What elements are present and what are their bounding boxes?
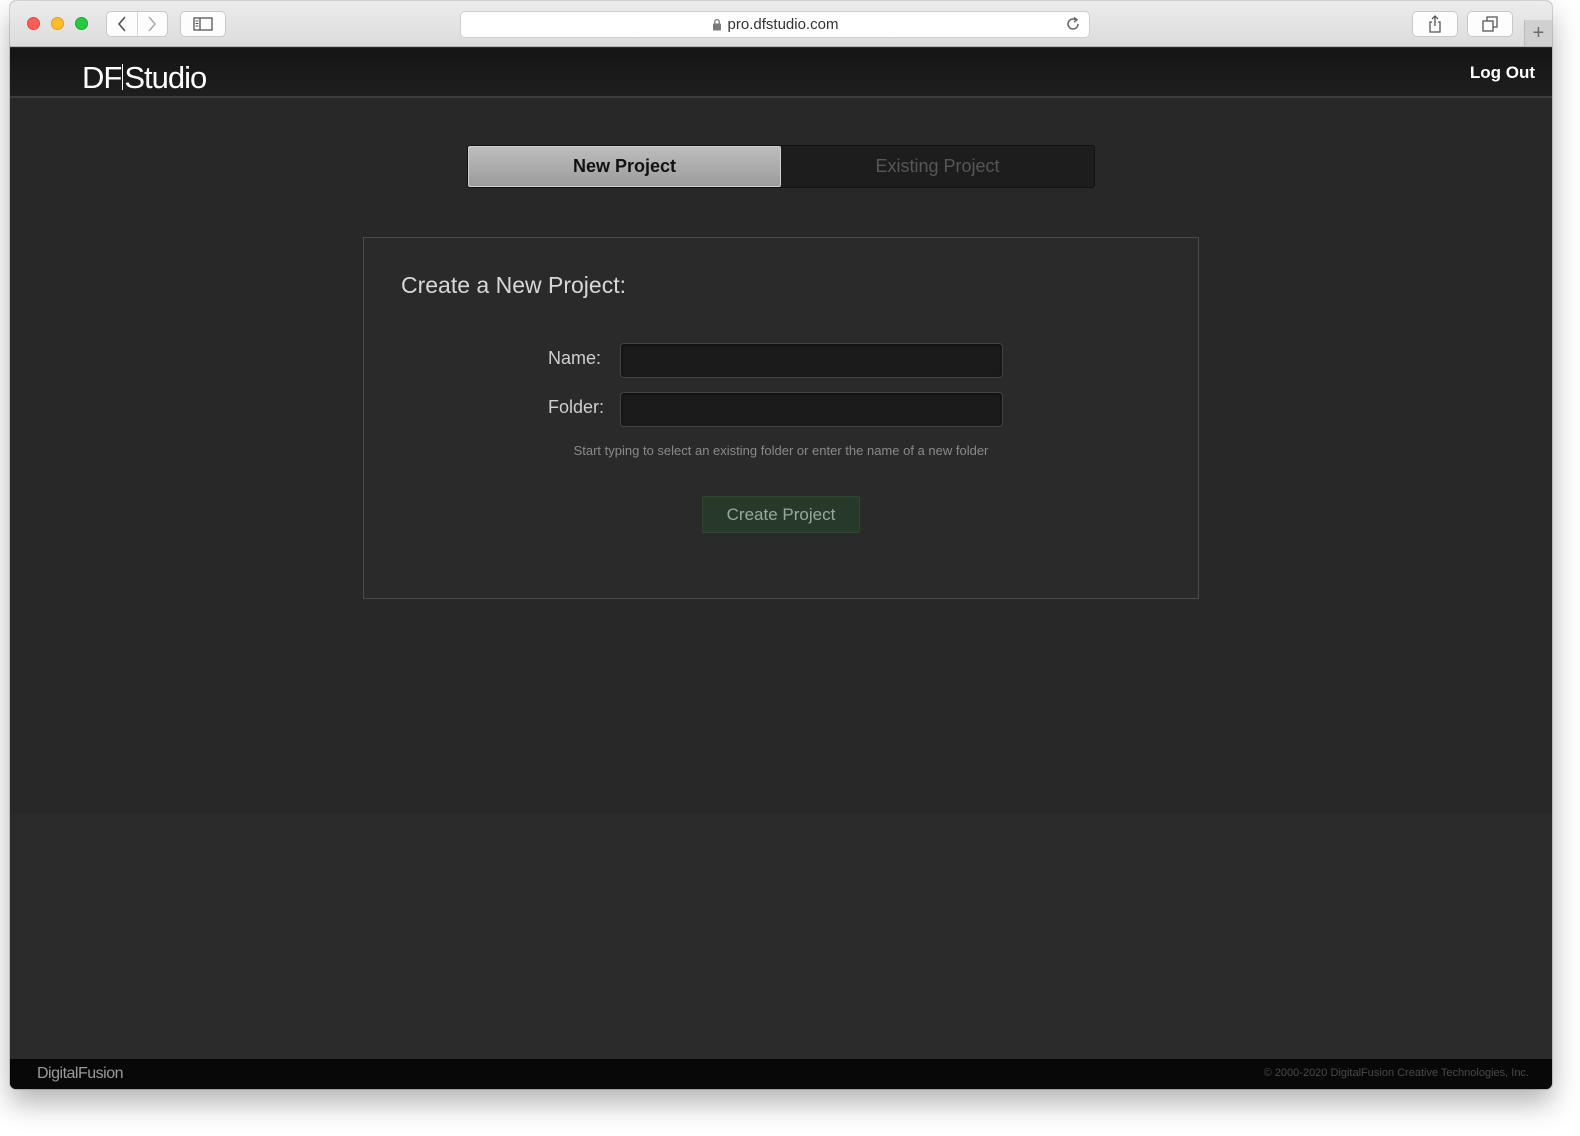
url-text: pro.dfstudio.com bbox=[727, 16, 839, 33]
history-nav bbox=[106, 11, 168, 37]
tab-overview-button[interactable] bbox=[1467, 11, 1513, 37]
create-project-button[interactable]: Create Project bbox=[702, 496, 860, 533]
new-project-panel: Create a New Project: Name: Folder: Star… bbox=[363, 237, 1199, 599]
logo-studio: Studio bbox=[124, 60, 207, 95]
address-bar[interactable]: pro.dfstudio.com bbox=[460, 11, 1090, 38]
digitalfusion-logo: DigitalFusion bbox=[37, 1065, 123, 1082]
folder-input[interactable] bbox=[620, 392, 1003, 427]
tabs-icon bbox=[1482, 16, 1498, 32]
name-input[interactable] bbox=[620, 343, 1003, 378]
browser-toolbar: pro.dfstudio.com + bbox=[10, 1, 1552, 47]
copyright-text: © 2000-2020 DigitalFusion Creative Techn… bbox=[1263, 1067, 1529, 1079]
share-button[interactable] bbox=[1412, 11, 1458, 37]
sidebar-toggle-button[interactable] bbox=[180, 11, 226, 37]
plus-icon: + bbox=[1532, 22, 1545, 44]
forward-button[interactable] bbox=[136, 12, 168, 36]
logo-df: DF bbox=[82, 60, 122, 95]
project-mode-tabs: New Project Existing Project bbox=[467, 145, 1095, 188]
minimize-window-button[interactable] bbox=[51, 17, 64, 30]
tab-new-project[interactable]: New Project bbox=[468, 146, 781, 187]
footer: DigitalFusion © 2000-2020 DigitalFusion … bbox=[10, 1059, 1552, 1089]
logout-link[interactable]: Log Out bbox=[1470, 63, 1535, 83]
folder-label: Folder: bbox=[548, 397, 605, 417]
panel-title: Create a New Project: bbox=[401, 272, 626, 298]
dfstudio-logo[interactable]: DFStudio bbox=[82, 60, 207, 95]
browser-window: pro.dfstudio.com + DFStudio Log Out New … bbox=[10, 1, 1552, 1089]
new-tab-button[interactable]: + bbox=[1524, 20, 1552, 46]
lock-icon bbox=[712, 18, 721, 31]
close-window-button[interactable] bbox=[27, 17, 40, 30]
sidebar-icon bbox=[193, 17, 213, 31]
folder-hint: Start typing to select an existing folde… bbox=[573, 443, 989, 458]
app-header: DFStudio Log Out bbox=[10, 48, 1552, 98]
zoom-window-button[interactable] bbox=[75, 17, 88, 30]
back-button[interactable] bbox=[107, 12, 137, 36]
background-band bbox=[10, 813, 1552, 1059]
reload-button[interactable] bbox=[1065, 16, 1081, 37]
chevron-left-icon bbox=[117, 16, 126, 32]
name-label: Name: bbox=[548, 348, 602, 368]
share-icon bbox=[1429, 15, 1441, 33]
chevron-right-icon bbox=[148, 16, 157, 32]
reload-icon bbox=[1067, 16, 1079, 30]
tab-existing-project[interactable]: Existing Project bbox=[781, 146, 1094, 187]
